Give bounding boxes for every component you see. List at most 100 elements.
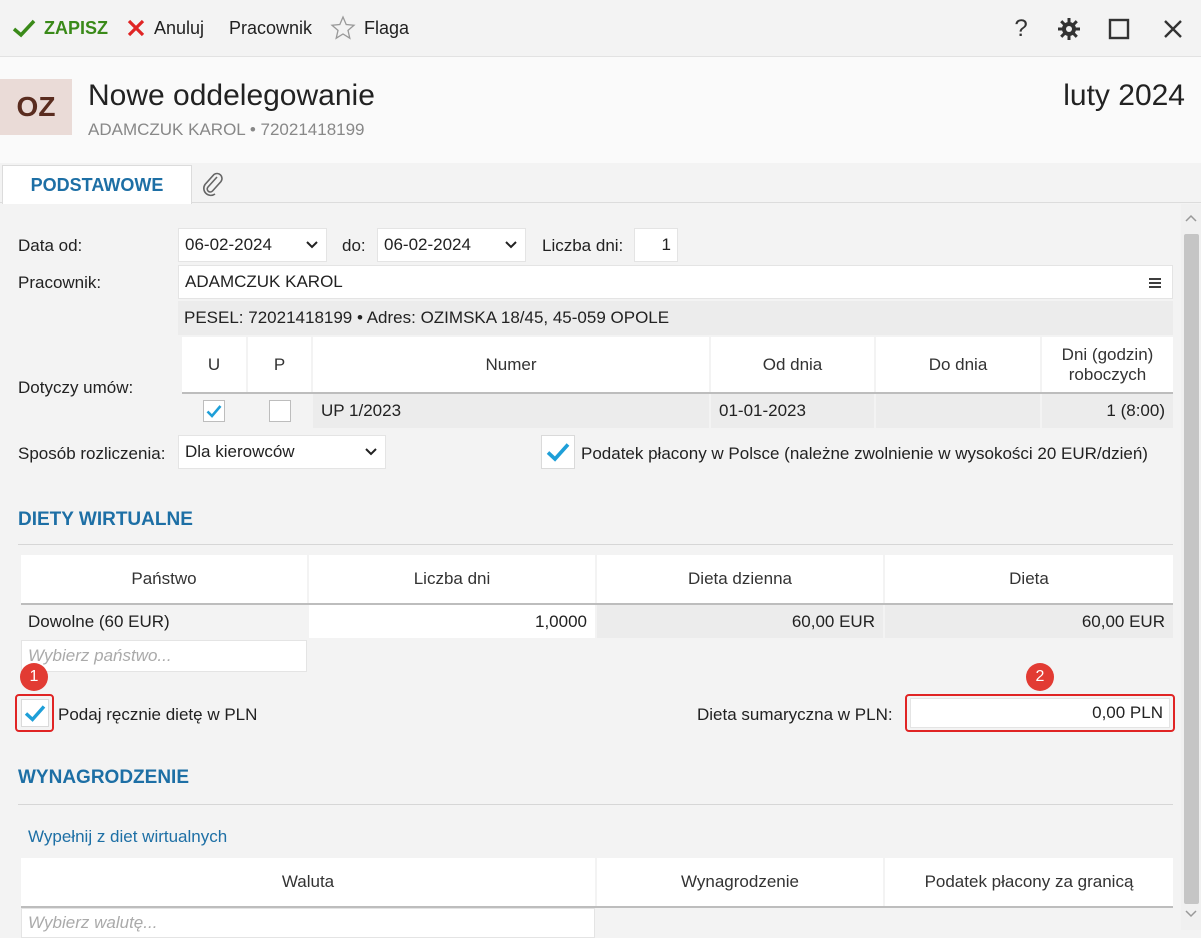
country-picker-input[interactable]: Wybierz państwo... — [21, 640, 307, 672]
tab-attachments[interactable] — [198, 169, 228, 199]
date-to-value: 06-02-2024 — [384, 235, 471, 254]
settings-button[interactable] — [1052, 12, 1086, 46]
contract-u-cell — [182, 394, 246, 428]
maximize-icon — [1108, 18, 1130, 40]
contract-days: 1 (8:00) — [1042, 394, 1173, 428]
avatar: OZ — [0, 79, 72, 135]
sum-pln-input[interactable]: 0,00 PLN — [910, 698, 1170, 728]
flag-button[interactable]: Flaga — [330, 14, 409, 42]
chevron-down-icon — [306, 241, 318, 249]
close-button[interactable] — [1156, 12, 1190, 46]
checkmark-icon — [206, 405, 222, 418]
contract-number: UP 1/2023 — [313, 394, 709, 428]
contract-from: 01-01-2023 — [711, 394, 874, 428]
diets-header-total: Dieta — [885, 555, 1173, 603]
diets-header-country: Państwo — [21, 555, 307, 603]
sum-pln-value: 0,00 PLN — [1092, 703, 1163, 722]
salary-header-amount: Wynagrodzenie — [597, 858, 883, 906]
days-count-label: Liczba dni: — [542, 236, 624, 255]
contract-to — [876, 394, 1040, 428]
currency-picker-placeholder: Wybierz walutę... — [28, 913, 158, 932]
close-x-icon — [127, 19, 145, 37]
chevron-down-icon — [505, 241, 517, 249]
annotation-badge-2: 2 — [1026, 663, 1054, 691]
question-mark-icon: ? — [1014, 15, 1028, 42]
menu-icon[interactable] — [1148, 277, 1162, 289]
virtual-diets-divider — [18, 544, 1173, 545]
contract-p-cell — [248, 394, 311, 428]
fill-from-diets-link[interactable]: Wypełnij z diet wirtualnych — [28, 827, 227, 847]
save-button[interactable]: ZAPISZ — [12, 14, 108, 42]
tax-poland-checkbox[interactable] — [541, 435, 575, 469]
cancel-button[interactable]: Anuluj — [126, 14, 204, 42]
date-from-select[interactable]: 06-02-2024 — [178, 228, 327, 262]
diets-header-days: Liczba dni — [309, 555, 595, 603]
cancel-label: Anuluj — [154, 17, 205, 38]
settlement-value: Dla kierowców — [185, 442, 295, 461]
close-icon — [1164, 20, 1182, 38]
record-header: OZ Nowe oddelegowanie ADAMCZUK KAROL • 7… — [0, 57, 1201, 163]
toolbar: ZAPISZ Anuluj Pracownik Flaga ? — [0, 0, 1201, 57]
employee-details: PESEL: 72021418199 • Adres: OZIMSKA 18/4… — [178, 301, 1173, 335]
salary-divider — [18, 804, 1173, 805]
diet-daily: 60,00 EUR — [597, 605, 883, 638]
maximize-button[interactable] — [1102, 12, 1136, 46]
flag-label: Flaga — [364, 17, 410, 38]
tax-poland-label: Podatek płacony w Polsce (należne zwolni… — [581, 444, 1148, 463]
contracts-header-u: U — [182, 337, 246, 392]
date-from-value: 06-02-2024 — [185, 235, 272, 254]
diets-header-daily: Dieta dzienna — [597, 555, 883, 603]
scroll-up-icon[interactable] — [1185, 214, 1197, 222]
date-to-select[interactable]: 06-02-2024 — [377, 228, 526, 262]
days-count-input[interactable]: 1 — [634, 228, 678, 262]
form-content: Data od: 06-02-2024 do: 06-02-2024 Liczb… — [0, 204, 1180, 938]
diet-days-input[interactable]: 1,0000 — [309, 605, 595, 638]
employee-button[interactable]: Pracownik — [229, 14, 312, 42]
contracts-header-to: Do dnia — [876, 337, 1040, 392]
days-count-value: 1 — [661, 235, 671, 254]
contracts-header-from: Od dnia — [711, 337, 874, 392]
tab-bar: PODSTAWOWE — [0, 163, 1201, 204]
help-button[interactable]: ? — [1004, 12, 1038, 46]
contract-p-checkbox[interactable] — [268, 400, 291, 422]
settlement-label: Sposób rozliczenia: — [18, 444, 166, 463]
manual-pln-label: Podaj ręcznie dietę w PLN — [58, 705, 258, 724]
diet-total: 60,00 EUR — [885, 605, 1173, 638]
sum-pln-label: Dieta sumaryczna w PLN: — [697, 705, 893, 724]
settlement-select[interactable]: Dla kierowców — [178, 435, 386, 469]
date-from-label: Data od: — [18, 236, 83, 255]
paperclip-icon — [203, 172, 223, 197]
employee-label: Pracownik — [229, 17, 313, 38]
contract-u-checkbox[interactable] — [203, 400, 225, 422]
salary-header-currency: Waluta — [21, 858, 595, 906]
diet-country: Dowolne (60 EUR) — [21, 605, 307, 638]
checkmark-icon — [546, 443, 570, 462]
save-label: ZAPISZ — [44, 17, 109, 38]
manual-pln-checkbox[interactable] — [21, 699, 49, 727]
page-subtitle: ADAMCZUK KAROL • 72021418199 — [88, 120, 365, 139]
period-label: luty 2024 — [1063, 79, 1185, 112]
chevron-down-icon — [365, 448, 377, 456]
employee-field-label: Pracownik: — [18, 273, 102, 292]
salary-title: WYNAGRODZENIE — [18, 767, 189, 788]
page-title: Nowe oddelegowanie — [88, 79, 375, 112]
country-picker-placeholder: Wybierz państwo... — [28, 646, 172, 665]
contracts-label: Dotyczy umów: — [18, 378, 134, 397]
date-to-label: do: — [342, 236, 366, 255]
salary-header-tax-abroad: Podatek płacony za granicą — [885, 858, 1173, 906]
contracts-header-days: Dni (godzin) roboczych — [1042, 337, 1173, 392]
scrollbar-thumb[interactable] — [1184, 234, 1199, 904]
employee-value: ADAMCZUK KAROL — [185, 272, 343, 291]
scroll-down-icon[interactable] — [1185, 910, 1197, 918]
vertical-scrollbar[interactable] — [1181, 204, 1201, 930]
gear-icon — [1058, 18, 1080, 40]
checkmark-icon — [12, 19, 36, 38]
virtual-diets-title: DIETY WIRTUALNE — [18, 509, 193, 530]
currency-picker-input[interactable]: Wybierz walutę... — [21, 908, 595, 938]
contracts-header-p: P — [248, 337, 311, 392]
contracts-header-number: Numer — [313, 337, 709, 392]
annotation-badge-1: 1 — [20, 663, 48, 691]
employee-input[interactable]: ADAMCZUK KAROL — [178, 265, 1173, 299]
tab-basic[interactable]: PODSTAWOWE — [2, 165, 192, 204]
star-icon — [330, 15, 356, 40]
